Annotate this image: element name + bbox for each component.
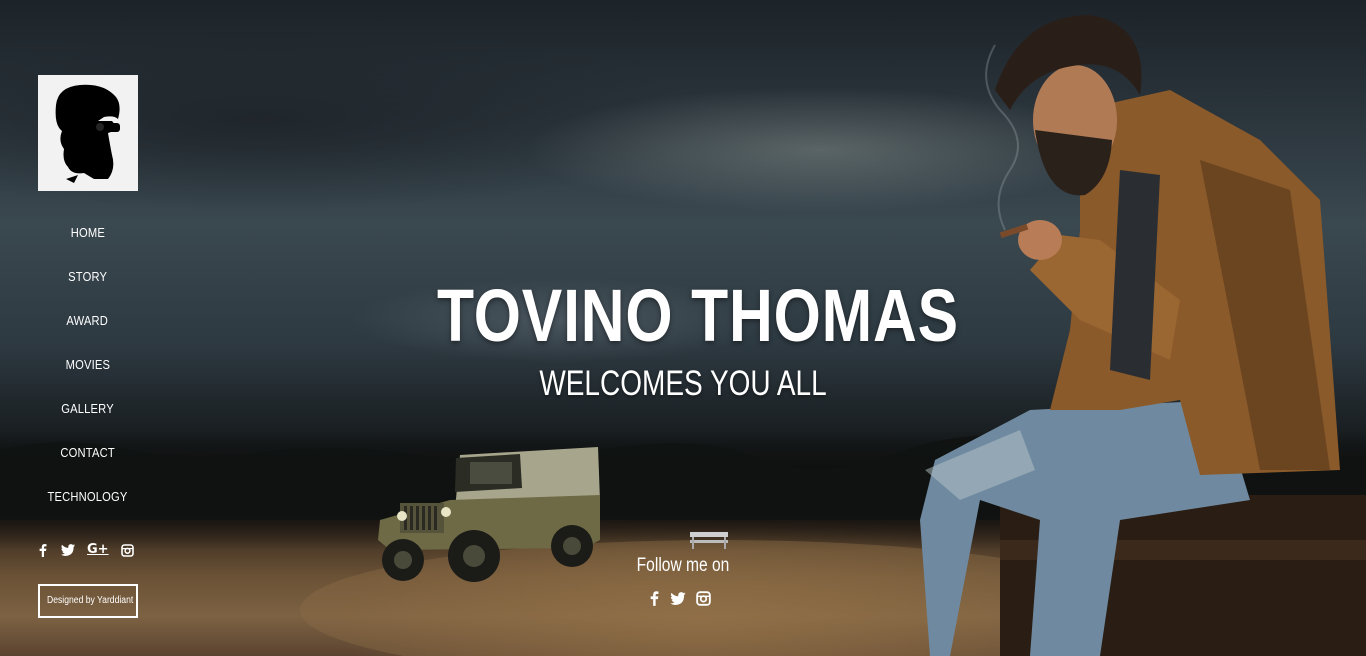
follow-label: Follow me on xyxy=(636,555,730,576)
nav-item-story: STORY xyxy=(20,262,155,306)
nav-item-movies: MOVIES xyxy=(20,350,155,394)
nav-link-story[interactable]: STORY xyxy=(68,262,107,292)
nav-link-award[interactable]: AWARD xyxy=(67,306,109,336)
designed-by-label: Designed by Yarddiant xyxy=(47,595,134,606)
hero-subtitle: WELCOMES YOU ALL xyxy=(539,364,827,403)
instagram-icon[interactable] xyxy=(696,588,711,608)
nav-link-movies[interactable]: MOVIES xyxy=(65,350,110,380)
sidebar-nav: HOME STORY AWARD MOVIES GALLERY CONTACT … xyxy=(20,218,155,526)
nav-item-award: AWARD xyxy=(20,306,155,350)
bearded-man-sunglasses-logo-icon xyxy=(55,84,120,183)
nav-link-contact[interactable]: CONTACT xyxy=(60,438,114,468)
nav-link-technology[interactable]: TECHNOLOGY xyxy=(47,482,127,512)
hero-title: TOVINO THOMAS xyxy=(437,274,959,357)
instagram-icon[interactable] xyxy=(120,540,134,560)
nav-item-gallery: GALLERY xyxy=(20,394,155,438)
nav-item-home: HOME xyxy=(20,218,155,262)
nav-link-gallery[interactable]: GALLERY xyxy=(61,394,114,424)
nav-item-contact: CONTACT xyxy=(20,438,155,482)
nav-link-home[interactable]: HOME xyxy=(70,218,104,248)
nav-item-technology: TECHNOLOGY xyxy=(20,482,155,526)
center-social-links xyxy=(648,588,711,608)
google-plus-icon[interactable]: G+ xyxy=(87,540,109,560)
facebook-icon[interactable] xyxy=(648,588,660,608)
twitter-icon[interactable] xyxy=(61,540,75,560)
site-logo[interactable] xyxy=(38,75,138,191)
facebook-icon[interactable] xyxy=(37,540,49,560)
twitter-icon[interactable] xyxy=(670,588,686,608)
hero-background: HOME STORY AWARD MOVIES GALLERY CONTACT … xyxy=(0,0,1366,656)
sidebar-social-links: G+ xyxy=(37,540,134,560)
designed-by-credit[interactable]: Designed by Yarddiant xyxy=(38,584,138,618)
